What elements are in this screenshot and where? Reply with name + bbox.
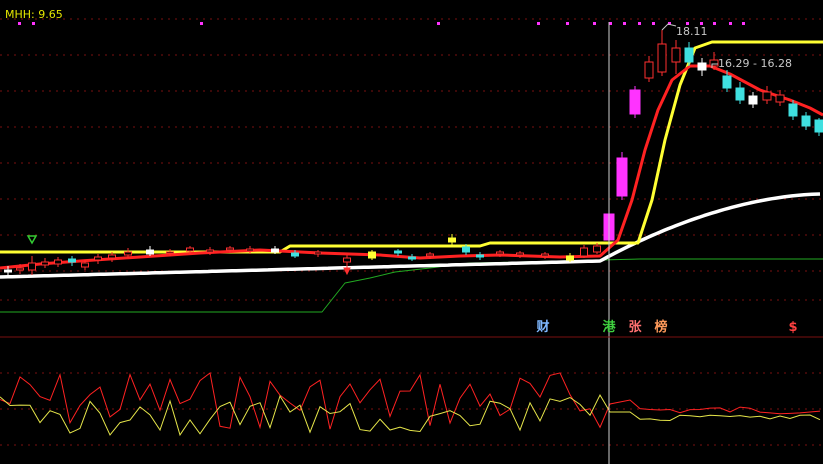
candle-body [41, 261, 49, 266]
candle-body [697, 62, 707, 71]
candle-body [657, 43, 667, 73]
candle-body [644, 61, 654, 79]
candle-body [314, 251, 322, 255]
buy-arrow-icon [26, 235, 38, 245]
signal-dot [742, 22, 745, 25]
signal-dot [437, 22, 440, 25]
candle-body [368, 251, 376, 259]
candle-body [788, 103, 798, 117]
candle-body [722, 75, 732, 89]
candle-body [629, 89, 641, 115]
signal-dot [18, 22, 21, 25]
candle-body [616, 157, 628, 197]
candle-body [226, 247, 234, 251]
signal-dot [200, 22, 203, 25]
candle-body [124, 251, 132, 256]
oscillator-yellow-line [0, 393, 821, 437]
candle-body [775, 94, 785, 103]
candle-body [448, 237, 456, 243]
candle-body [394, 250, 402, 254]
high-price-label: 18.11 [676, 25, 708, 38]
candle-body [246, 248, 254, 252]
oscillator-panel [0, 372, 821, 437]
signal-dot [729, 22, 732, 25]
candle-body [271, 248, 279, 253]
event-tag-finance[interactable]: 财 [535, 320, 551, 336]
signal-dot [652, 22, 655, 25]
signal-dot [713, 22, 716, 25]
candle-body [814, 119, 823, 133]
candle-body [801, 115, 811, 127]
candle-body [28, 262, 36, 271]
candle-body [496, 251, 504, 255]
signal-dot [623, 22, 626, 25]
candle-body [186, 247, 194, 252]
candlesticks [4, 23, 823, 276]
candle-body [748, 95, 758, 105]
slow-moving-average [0, 192, 821, 279]
moving-average-lines [0, 40, 823, 313]
grid-lines [0, 18, 823, 446]
candle-body [593, 245, 601, 253]
signal-dot [537, 22, 540, 25]
signal-dot [32, 22, 35, 25]
candle-body [709, 59, 719, 67]
signal-dot [566, 22, 569, 25]
candle-body [684, 47, 694, 63]
candle-body [94, 256, 102, 261]
indicator-label: MHH: 9.65 [5, 8, 63, 21]
event-tag-limit-up[interactable]: 张 [627, 320, 643, 336]
candle-body [343, 257, 351, 263]
candle-body [408, 256, 416, 260]
event-tag-dollar[interactable]: $ [785, 320, 801, 336]
candle-body [671, 47, 681, 63]
candle-body [16, 267, 24, 271]
candle-body [68, 258, 76, 263]
candle-body [476, 254, 484, 258]
candle-body [426, 253, 434, 257]
candle-body [516, 252, 524, 256]
candle-body [566, 255, 574, 261]
range-price-label: 16.29 - 16.28 [718, 57, 792, 70]
candle-body [762, 91, 772, 101]
candle-body [735, 87, 745, 101]
candle-body [54, 259, 62, 265]
candle-body [81, 262, 89, 268]
candle-body [206, 249, 214, 253]
candle-body [146, 249, 154, 255]
candle-body [291, 252, 299, 257]
candle-body [4, 269, 12, 273]
signal-dot [638, 22, 641, 25]
candle-body [166, 251, 174, 254]
candle-body [580, 247, 588, 257]
candle-body [108, 254, 116, 259]
candle-body [462, 246, 470, 253]
signal-dot [593, 22, 596, 25]
fast-moving-average [0, 64, 823, 270]
oscillator-red-line [0, 372, 821, 430]
candle-body [541, 253, 549, 257]
event-tag-ranking[interactable]: 榜 [653, 320, 669, 336]
event-tag-hk[interactable]: 港 [601, 320, 617, 336]
stock-chart[interactable] [0, 0, 823, 464]
trend-line [0, 40, 823, 254]
